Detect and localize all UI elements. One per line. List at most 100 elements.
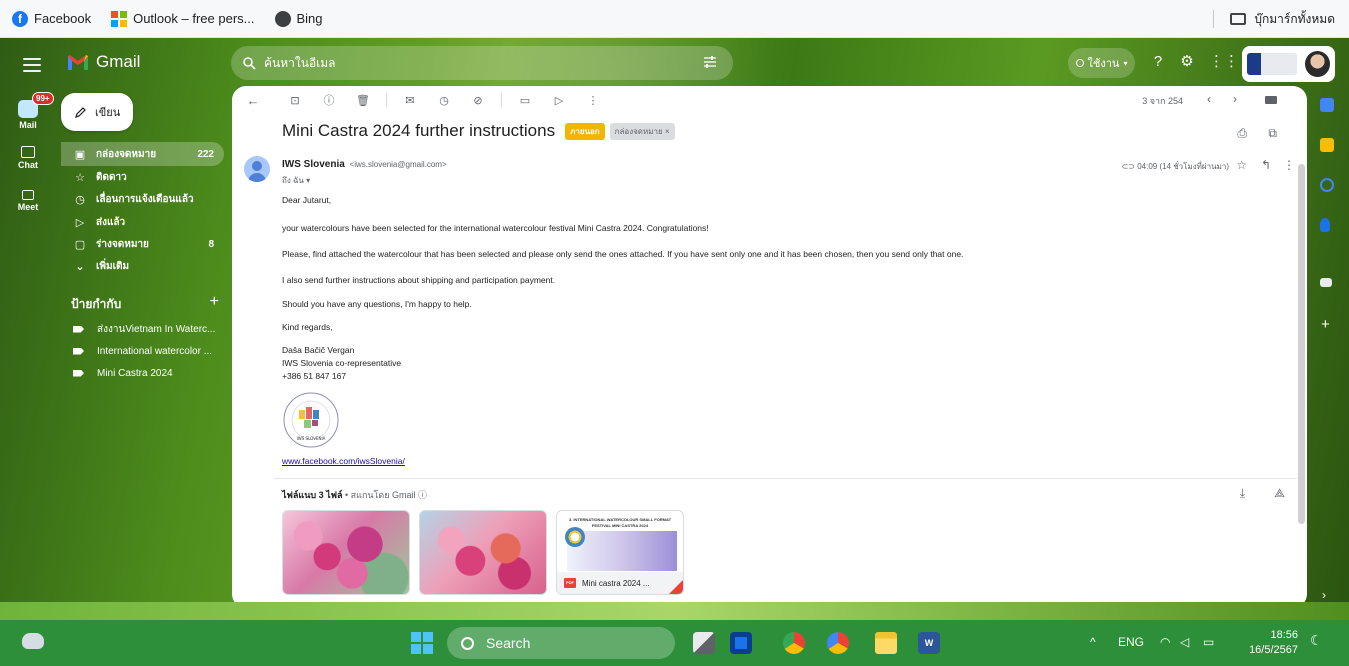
system-clock[interactable]: 18:56 16/5/2567 bbox=[1236, 628, 1298, 658]
battery-icon[interactable]: ▭ bbox=[1203, 635, 1214, 649]
bookmark-bing[interactable]: Bing bbox=[274, 10, 323, 27]
facebook-link[interactable]: www.facebook.com/iwsSlovenia/ bbox=[282, 456, 405, 466]
gear-icon[interactable]: ⚙ bbox=[1178, 53, 1196, 71]
mail-shortcut-icon[interactable] bbox=[1320, 278, 1332, 287]
delete-icon[interactable]: 🗑 bbox=[352, 94, 374, 107]
attachment-image-2[interactable] bbox=[419, 510, 547, 595]
nav-label: เพิ่มเติม bbox=[96, 260, 130, 272]
label-item[interactable]: Mini Castra 2024 bbox=[73, 363, 223, 383]
label-icon bbox=[73, 325, 84, 333]
rail-mail[interactable]: 99+ Mail bbox=[10, 92, 54, 130]
inbox-icon: ▣ bbox=[74, 148, 86, 161]
archive-icon[interactable]: ⊡ bbox=[284, 94, 306, 107]
chrome-profile-icon[interactable] bbox=[827, 632, 849, 654]
recipient-details[interactable]: ถึง ฉัน ▾ bbox=[282, 174, 310, 187]
gmail-logo[interactable]: Gmail bbox=[67, 52, 140, 72]
chrome-icon[interactable] bbox=[783, 632, 805, 654]
filter-options-icon[interactable] bbox=[703, 55, 717, 69]
move-to-icon[interactable]: ▭ bbox=[514, 94, 536, 107]
snooze-icon[interactable]: ◷ bbox=[433, 94, 455, 107]
inbox-label-chip[interactable]: กล่องจดหมาย × bbox=[609, 122, 675, 140]
main-menu-icon[interactable] bbox=[23, 58, 41, 72]
taskbar-search[interactable]: Search bbox=[447, 627, 675, 659]
facebook-icon: f bbox=[12, 10, 28, 27]
nav-sent[interactable]: ▷ ส่งแล้ว bbox=[61, 210, 224, 234]
attachment-image-1[interactable] bbox=[282, 510, 410, 595]
bookmarks-bar: f Facebook Outlook – free pers... Bing บ… bbox=[0, 0, 1349, 38]
divider bbox=[274, 478, 1297, 479]
chevron-right-icon[interactable]: › bbox=[1322, 588, 1326, 602]
labels-heading: ป้ายกำกับ + bbox=[71, 293, 219, 314]
word-icon[interactable]: W bbox=[918, 632, 940, 654]
nav-snoozed[interactable]: ◷ เลื่อนการแจ้งเตือนแล้ว bbox=[61, 187, 224, 211]
star-icon[interactable]: ☆ bbox=[1236, 158, 1247, 172]
nav-count: 222 bbox=[197, 148, 214, 160]
subject-text: Mini Castra 2024 further instructions bbox=[282, 121, 556, 140]
keyboard-icon[interactable] bbox=[1265, 96, 1277, 104]
organization-logo bbox=[1247, 53, 1297, 75]
help-icon[interactable]: ? bbox=[1149, 53, 1167, 71]
body-line: Dear Jutarut, bbox=[282, 195, 332, 205]
chevron-down-icon: ⌄ bbox=[75, 260, 85, 273]
download-all-icon[interactable]: ⤓ bbox=[1240, 486, 1245, 501]
more-vert-icon[interactable]: ⋮ bbox=[582, 94, 604, 107]
signature-phone: +386 51 847 167 bbox=[282, 371, 347, 381]
bookmark-outlook[interactable]: Outlook – free pers... bbox=[111, 10, 255, 27]
nav-more[interactable]: ⌄ เพิ่มเติม bbox=[61, 254, 224, 278]
add-label-icon[interactable]: + bbox=[210, 293, 219, 311]
compose-button[interactable]: เขียน bbox=[61, 93, 133, 131]
volume-icon[interactable]: ◁ bbox=[1180, 635, 1189, 649]
attachment-indicator-icon: ⊂⊃ bbox=[1121, 162, 1138, 171]
reply-icon[interactable]: ↰ bbox=[1261, 158, 1271, 172]
calendar-icon[interactable] bbox=[1320, 98, 1334, 112]
sender-name[interactable]: IWS Slovenia bbox=[282, 159, 345, 170]
get-addons-icon[interactable]: + bbox=[1321, 316, 1330, 333]
report-spam-icon[interactable]: ⓘ bbox=[318, 92, 340, 108]
contacts-icon[interactable] bbox=[1320, 218, 1330, 232]
search-icon bbox=[461, 636, 474, 650]
chevron-left-icon[interactable]: ‹ bbox=[1207, 92, 1211, 106]
pdf-icon: PDF bbox=[564, 578, 576, 588]
bookmark-facebook[interactable]: f Facebook bbox=[12, 10, 91, 27]
label-item[interactable]: ส่งงานVietnam In Waterc... bbox=[73, 319, 223, 339]
task-view-icon[interactable] bbox=[693, 632, 715, 654]
chevron-down-icon: ▾ bbox=[1123, 58, 1128, 68]
windows-start-icon[interactable] bbox=[411, 632, 433, 654]
apps-grid-icon[interactable]: ⋮⋮ bbox=[1209, 53, 1239, 71]
open-new-window-icon[interactable]: ⧉ bbox=[1268, 126, 1277, 141]
nav-starred[interactable]: ☆ ติดดาว bbox=[61, 165, 224, 189]
nav-inbox[interactable]: ▣ กล่องจดหมาย 222 bbox=[61, 142, 224, 166]
file-explorer-icon[interactable] bbox=[875, 632, 897, 654]
search-input[interactable]: ค้นหาในอีเมล bbox=[231, 46, 733, 80]
scan-note: • สแกนโดย Gmail ⓘ bbox=[342, 490, 428, 500]
label-icon[interactable]: ▷ bbox=[548, 94, 570, 107]
account-switcher[interactable] bbox=[1242, 46, 1335, 82]
add-task-icon[interactable]: ⊘ bbox=[467, 94, 489, 107]
store-icon[interactable] bbox=[730, 632, 752, 654]
rail-chat[interactable]: Chat bbox=[10, 146, 46, 170]
tasks-icon[interactable] bbox=[1320, 178, 1334, 192]
nav-drafts[interactable]: ▢ ร่างจดหมาย 8 bbox=[61, 232, 224, 256]
chevron-up-icon[interactable]: ^ bbox=[1090, 635, 1096, 649]
chevron-right-icon[interactable]: › bbox=[1233, 92, 1237, 106]
mark-unread-icon[interactable]: ✉ bbox=[399, 94, 421, 107]
print-icon[interactable]: ⎙ bbox=[1237, 126, 1247, 141]
notifications-icon[interactable]: ☾ bbox=[1310, 632, 1323, 649]
add-to-drive-icon[interactable]: ⟁ bbox=[1274, 486, 1285, 501]
label-item[interactable]: International watercolor ... bbox=[73, 341, 223, 361]
all-bookmarks[interactable]: บุ๊กมาร์กทั้งหมด bbox=[1213, 0, 1335, 38]
back-arrow-icon[interactable]: ← bbox=[242, 93, 264, 108]
status-selector[interactable]: ใช้งาน ▾ bbox=[1068, 48, 1135, 78]
sender-avatar[interactable] bbox=[244, 156, 270, 182]
weather-icon[interactable] bbox=[22, 633, 44, 649]
attachment-pdf[interactable]: 3. INTERNATIONAL WATERCOLOUR SMALL FORMA… bbox=[556, 510, 684, 595]
nav-label: เลื่อนการแจ้งเตือนแล้ว bbox=[96, 193, 194, 205]
scrollbar[interactable] bbox=[1298, 164, 1305, 524]
language-indicator[interactable]: ENG bbox=[1118, 635, 1144, 649]
more-vert-icon[interactable]: ⋮ bbox=[1283, 158, 1295, 172]
nav-label: ร่างจดหมาย bbox=[96, 238, 149, 250]
wifi-icon[interactable]: ◠ bbox=[1160, 635, 1170, 649]
star-icon: ☆ bbox=[75, 171, 85, 184]
keep-icon[interactable] bbox=[1320, 138, 1334, 152]
rail-meet[interactable]: Meet bbox=[10, 190, 46, 212]
